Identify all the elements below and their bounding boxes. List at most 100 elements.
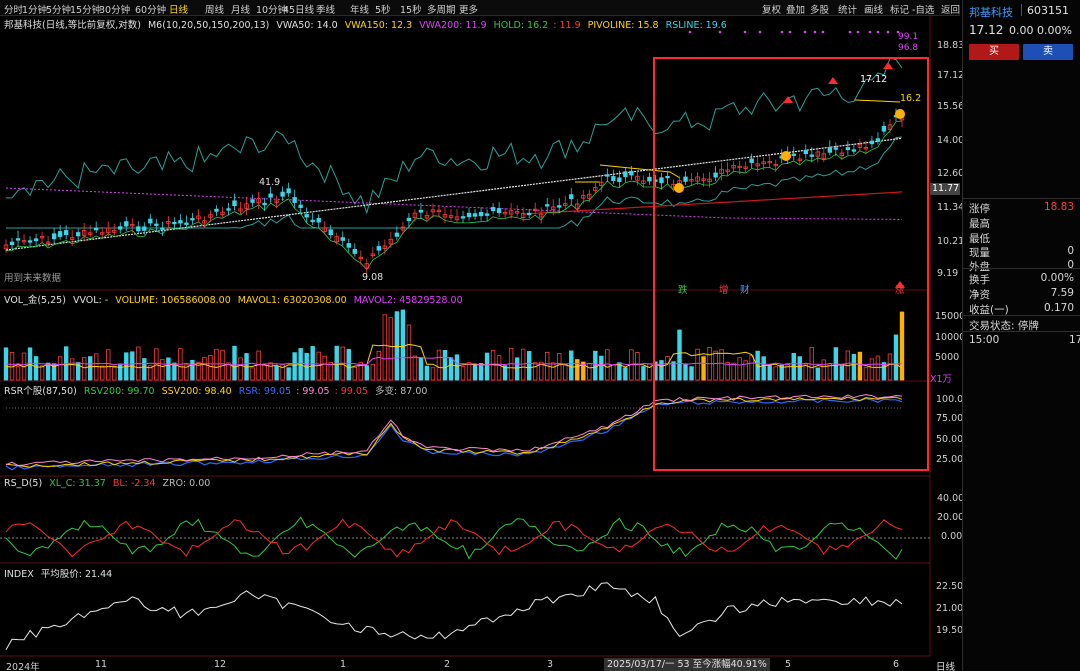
volume-bar (605, 349, 610, 381)
candle-body (148, 218, 153, 224)
volume-bar (39, 365, 45, 381)
volume-bar (526, 351, 532, 381)
signal-dot (688, 30, 692, 34)
volume-bar (232, 345, 237, 381)
highlight-box (653, 57, 929, 471)
buy-button[interactable]: 买 (969, 44, 1019, 60)
quote-row: 净资 7.59 (969, 287, 1074, 302)
quote-row: 最低 (969, 231, 1074, 246)
volume-bar (190, 359, 195, 381)
future-data-note: 用到未来数据 (4, 273, 62, 284)
volume-bar (208, 355, 213, 381)
volume-bar (406, 324, 412, 381)
volume-bar (701, 356, 706, 381)
rsd-axis-label: 40.00 (937, 493, 965, 504)
quote-row-value: 0.00% (1040, 272, 1074, 284)
quote-row-value: 18.83 (1043, 201, 1074, 213)
date-axis-label: 3 (547, 659, 554, 670)
candle-body (545, 204, 550, 207)
volume-bar (418, 357, 424, 381)
volume-bar (250, 367, 255, 381)
candle-body (160, 227, 165, 230)
candle-body (791, 153, 796, 156)
volume-bar (887, 353, 893, 381)
volume-bar (166, 357, 171, 381)
volume-bar (352, 366, 357, 381)
rsr-change: 多变: 87.00 (375, 386, 428, 397)
volume-bar (611, 364, 616, 381)
volume-bar (713, 350, 718, 381)
volume-bar (268, 362, 273, 381)
series-line (6, 57, 903, 215)
price-axis-label: 12.60 (937, 168, 965, 179)
quote-row: 涨停 18.83 (969, 201, 1074, 216)
signal-dots (688, 30, 900, 34)
volume-bar (881, 362, 887, 381)
signal-dot (886, 30, 890, 34)
price-axis-label: 18.83 (937, 40, 965, 51)
volume-bar (737, 357, 742, 381)
date-axis-label: 2024年 (6, 662, 40, 671)
rsr-axis-label: 100.0 (936, 394, 964, 405)
signal-dot (780, 30, 784, 34)
series-line (5, 394, 903, 467)
volume-bar (593, 350, 598, 381)
quote-row-label: 涨停 (969, 203, 990, 215)
vvol-value: VVOL: - (72, 295, 109, 306)
volume-bar (262, 363, 267, 381)
volume-bar (575, 359, 580, 381)
trade-time: 15:00 (969, 334, 1000, 346)
sell-button[interactable]: 卖 (1023, 44, 1073, 60)
candle-body (124, 221, 129, 227)
volume-bar (520, 348, 526, 381)
candle-body (827, 147, 833, 153)
signal-dot (788, 30, 792, 34)
candle-body (352, 248, 357, 254)
date-axis-label: 5 (785, 659, 792, 670)
series-line (5, 120, 903, 271)
candle-body (57, 231, 63, 237)
candle-body (460, 216, 466, 219)
event-mark-increase: 增 (719, 285, 729, 296)
rsv200-value: RSV200: 99.70 (83, 386, 155, 397)
quote-row: 换手 0.00% (969, 272, 1074, 287)
stock-code: 603151 (1027, 4, 1069, 17)
volume-bar (412, 355, 418, 381)
index-infoline: INDEX 平均股价: 21.44 (4, 566, 112, 580)
candle-body (250, 199, 255, 203)
candle-body (298, 204, 303, 208)
signal-dot (856, 30, 860, 34)
candle-body (340, 237, 345, 241)
volume-bar (322, 355, 327, 381)
volume-bar (496, 355, 502, 381)
volume-bar (797, 356, 802, 381)
candle-body (406, 217, 412, 222)
rsr-v5: : 99.05 (334, 386, 368, 397)
volume-bar (875, 355, 881, 381)
current-price-tag: 11.77 (930, 183, 960, 195)
last-price: 17.12 (969, 23, 1004, 37)
candle-body (881, 126, 887, 132)
volume-bar (460, 366, 466, 381)
date-axis-label: 6 (893, 659, 900, 670)
volume-bar (839, 365, 845, 381)
candle-body (665, 176, 670, 179)
signal-dot (876, 30, 880, 34)
stock-name[interactable]: 邦基科技 (969, 4, 1013, 20)
candle-body (875, 138, 881, 142)
candle-body (33, 238, 39, 242)
volume-bar (430, 367, 436, 381)
volume-value: VOLUME: 106586008.00 (115, 295, 231, 306)
candle-body (418, 209, 424, 213)
volume-bar (256, 350, 261, 381)
chart-canvas (0, 16, 931, 657)
volume-bar (100, 365, 105, 381)
volume-bar (454, 354, 460, 381)
volume-bar (695, 348, 700, 381)
volume-bar (160, 359, 165, 381)
candle-body (526, 212, 532, 216)
volume-bar (731, 362, 736, 381)
candle-body (268, 193, 273, 198)
series-line (5, 137, 903, 251)
candle-body (310, 219, 315, 223)
